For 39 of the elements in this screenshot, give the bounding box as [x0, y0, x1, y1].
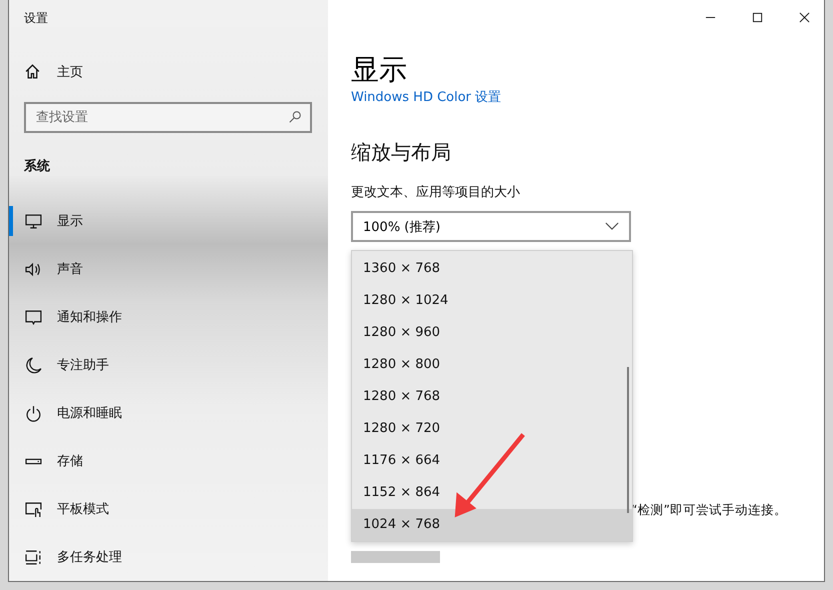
home-icon — [24, 63, 41, 80]
resolution-option[interactable]: 1280 × 768 — [352, 381, 632, 413]
resolution-option[interactable]: 1280 × 1024 — [352, 285, 632, 317]
scale-label: 更改文本、应用等项目的大小 — [351, 184, 521, 201]
sidebar-item[interactable]: 多任务处理 — [24, 533, 328, 581]
hd-color-link[interactable]: Windows HD Color 设置 — [351, 90, 502, 105]
resolution-option[interactable]: 1280 × 800 — [352, 349, 632, 381]
scale-dropdown[interactable]: 100% (推荐) — [351, 211, 631, 242]
search-icon — [288, 110, 302, 124]
sidebar-item[interactable]: 显示 — [24, 197, 328, 245]
moon-icon — [25, 356, 42, 374]
resolution-option[interactable]: 1152 × 864 — [352, 477, 632, 509]
monitor-icon — [25, 212, 42, 230]
resolution-option[interactable]: 1280 × 720 — [352, 413, 632, 445]
home-link[interactable]: 主页 — [57, 62, 83, 81]
message-icon — [25, 308, 42, 326]
section-heading: 缩放与布局 — [351, 139, 452, 166]
close-button[interactable] — [799, 12, 810, 23]
section-heading: 系统 — [24, 158, 51, 175]
sidebar-item[interactable]: 专注助手 — [24, 341, 328, 389]
sidebar-item[interactable]: 声音 — [24, 245, 328, 293]
sidebar-item[interactable]: 电源和睡眠 — [24, 389, 328, 437]
page-title: 显示 — [351, 52, 408, 88]
resolution-option[interactable]: 1024 × 768 — [352, 509, 632, 541]
speaker-icon — [25, 260, 42, 278]
window-title: 设置 — [24, 10, 49, 27]
sidebar-item[interactable]: 存储 — [24, 437, 328, 485]
power-icon — [25, 404, 42, 422]
sidebar-item[interactable]: 通知和操作 — [24, 293, 328, 341]
sidebar-item[interactable]: 平板模式 — [24, 485, 328, 533]
chevron-icon — [605, 222, 619, 231]
search-field[interactable]: 查找设置 — [24, 102, 312, 133]
multitask-icon — [25, 548, 42, 566]
tablet-icon — [25, 500, 42, 518]
resolution-option[interactable]: 1280 × 960 — [352, 317, 632, 349]
resolution-option[interactable]: 1360 × 768 — [352, 253, 632, 285]
maximize-button[interactable] — [752, 12, 763, 23]
scrollbar[interactable] — [627, 367, 629, 513]
resolution-option[interactable]: 1176 × 664 — [352, 445, 632, 477]
